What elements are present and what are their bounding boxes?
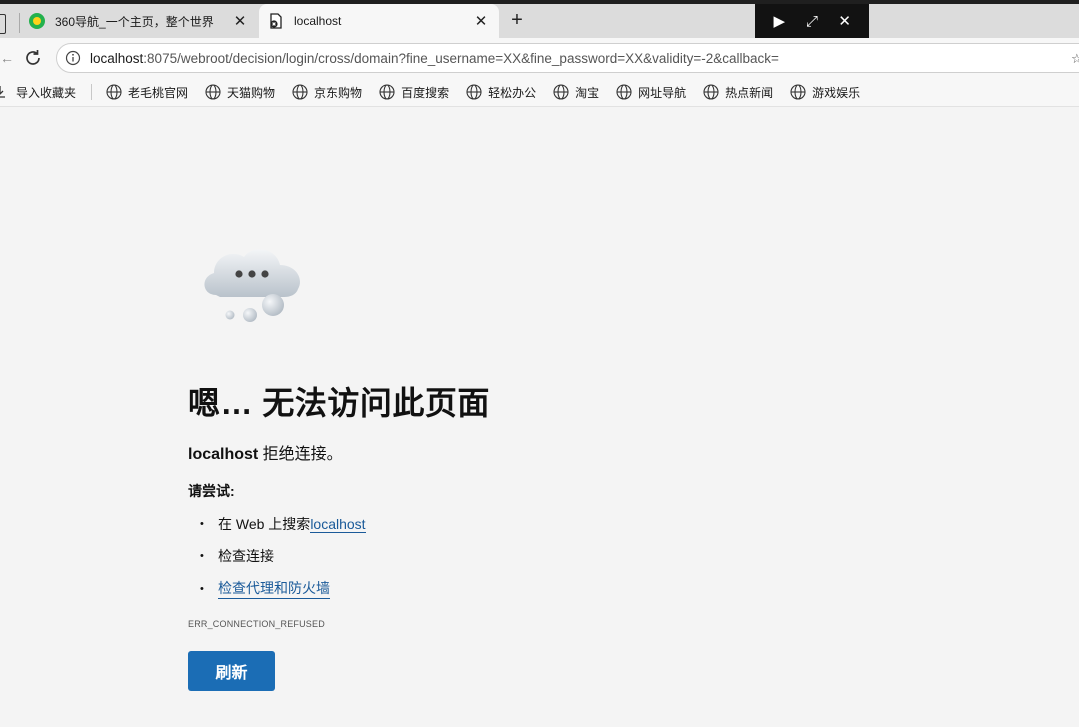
tab-360[interactable]: 360导航_一个主页，整个世界 ✕	[20, 4, 258, 38]
bookmark-label: 淘宝	[575, 85, 600, 100]
bookmarks-bar: 导入收藏夹 老毛桃官网 天猫购物 京东购物 百度搜索 轻松办公 淘宝 网址导航 …	[0, 78, 1079, 107]
bookmark-label: 热点新闻	[725, 85, 774, 100]
error-message: 拒绝连接。	[258, 446, 343, 463]
bookmark-label: 游戏娱乐	[812, 85, 861, 100]
360-logo-icon	[29, 13, 45, 29]
globe-icon	[616, 84, 632, 100]
tab-localhost[interactable]: localhost ✕	[259, 4, 499, 38]
import-icon	[0, 86, 5, 98]
info-icon[interactable]	[65, 50, 81, 66]
address-bar[interactable]: localhost:8075/webroot/decision/login/cr…	[56, 43, 1079, 73]
error-subtitle: localhost 拒绝连接。	[188, 440, 343, 464]
error-host: localhost	[188, 446, 259, 463]
suggestion-proxy-firewall: • 检查代理和防火墙	[200, 578, 330, 599]
bookmark-label: 网址导航	[638, 85, 687, 100]
suggestion-text: 在 Web 上搜索	[218, 516, 311, 532]
globe-icon	[292, 84, 308, 100]
reload-icon[interactable]	[22, 47, 44, 69]
navigation-bar: ← localhost:8075/webroot/decision/login/…	[0, 38, 1079, 78]
bullet: •	[200, 582, 204, 595]
bookmark-import[interactable]: 导入收藏夹	[0, 84, 76, 101]
bookmark-label: 百度搜索	[401, 85, 450, 100]
bookmark-item[interactable]: 网址导航	[616, 84, 686, 101]
bookmark-item[interactable]: 天猫购物	[205, 84, 275, 101]
bookmark-item[interactable]: 游戏娱乐	[790, 84, 860, 101]
globe-icon	[553, 84, 569, 100]
screen-share-toolbar: ▶ ⤢ ✕	[755, 4, 869, 38]
tab-strip: 360导航_一个主页，整个世界 ✕ localhost ✕ + ▶ ⤢ ✕	[0, 4, 1079, 38]
bookmark-item[interactable]: 轻松办公	[466, 84, 536, 101]
page-error-icon	[270, 13, 282, 29]
url-text[interactable]: localhost:8075/webroot/decision/login/cr…	[90, 51, 779, 66]
send-icon[interactable]: ▶	[768, 12, 790, 30]
suggestion-check-connection: • 检查连接	[200, 546, 274, 566]
bullet: •	[200, 518, 204, 530]
globe-icon	[790, 84, 806, 100]
bookmark-label: 老毛桃官网	[128, 85, 189, 100]
bookmark-item[interactable]: 淘宝	[553, 84, 599, 101]
error-heading: 嗯… 无法访问此页面	[188, 385, 490, 421]
bookmark-label: 京东购物	[314, 85, 363, 100]
bookmark-label: 轻松办公	[488, 85, 537, 100]
try-label: 请尝试:	[188, 483, 235, 499]
thinking-cloud-icon	[204, 249, 300, 322]
url-host: localhost	[90, 50, 144, 66]
suggestion-text: 检查连接	[218, 548, 274, 564]
error-code: ERR_CONNECTION_REFUSED	[188, 619, 325, 629]
bookmarks-divider	[91, 84, 93, 100]
bookmark-item[interactable]: 京东购物	[292, 84, 362, 101]
globe-icon	[703, 84, 719, 100]
bookmark-label: 导入收藏夹	[16, 85, 77, 100]
suggestion-search: • 在 Web 上搜索 localhost	[200, 514, 366, 534]
bookmark-item[interactable]: 热点新闻	[703, 84, 773, 101]
close-circle-icon[interactable]: ✕	[834, 12, 856, 30]
refresh-button[interactable]: 刷新	[188, 651, 275, 691]
back-arrow-icon[interactable]: ←	[0, 50, 14, 66]
globe-icon	[379, 84, 395, 100]
globe-icon	[466, 84, 482, 100]
bookmark-label: 天猫购物	[227, 85, 276, 100]
tab-title: 360导航_一个主页，整个世界	[55, 14, 214, 29]
new-tab-button[interactable]: +	[505, 8, 529, 32]
close-tab-icon[interactable]: ✕	[230, 12, 250, 30]
bullet: •	[200, 550, 204, 562]
search-localhost-link[interactable]: localhost	[310, 516, 366, 533]
error-page: 嗯… 无法访问此页面 localhost 拒绝连接。 请尝试: • 在 Web …	[0, 108, 1079, 727]
tab-title: localhost	[294, 14, 342, 28]
url-path: :8075/webroot/decision/login/cross/domai…	[143, 50, 779, 66]
favorite-star-icon[interactable]: ☆	[1071, 51, 1079, 67]
proxy-firewall-link[interactable]: 检查代理和防火墙	[218, 578, 330, 599]
globe-icon	[106, 84, 122, 100]
restore-icon[interactable]: ⤢	[801, 13, 823, 30]
close-tab-icon[interactable]: ✕	[471, 12, 491, 30]
bookmark-item[interactable]: 百度搜索	[379, 84, 449, 101]
bookmark-item[interactable]: 老毛桃官网	[106, 84, 188, 101]
previous-tab-edge[interactable]	[0, 14, 6, 34]
globe-icon	[205, 84, 221, 100]
